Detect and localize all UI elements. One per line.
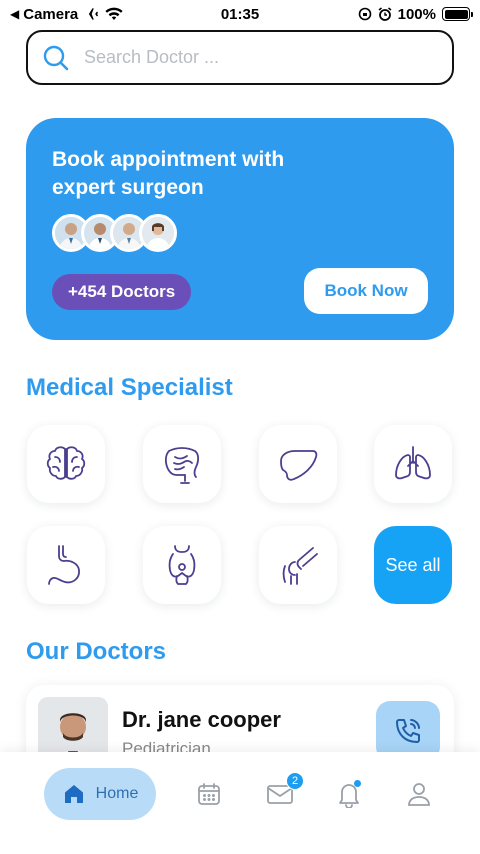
see-all-button[interactable]: See all bbox=[374, 526, 452, 604]
phone-icon bbox=[396, 719, 420, 743]
brain-icon bbox=[46, 446, 86, 480]
specialist-thyroid[interactable] bbox=[143, 526, 221, 604]
bottom-nav: Home 2 bbox=[0, 752, 480, 854]
notification-dot bbox=[354, 780, 361, 787]
message-badge: 2 bbox=[286, 772, 304, 790]
back-arrow-icon[interactable]: ◀ bbox=[10, 7, 19, 21]
wifi-icon bbox=[105, 7, 123, 20]
search-bar[interactable] bbox=[26, 30, 454, 85]
nav-notifications[interactable] bbox=[329, 776, 369, 812]
knee-icon bbox=[282, 547, 318, 585]
battery-percent: 100% bbox=[397, 5, 436, 23]
doctor-avatars bbox=[52, 214, 428, 252]
nav-home[interactable]: Home bbox=[44, 768, 156, 820]
promo-banner: Book appointment with expert surgeon +45… bbox=[26, 118, 454, 340]
banner-title: Book appointment with expert surgeon bbox=[52, 148, 285, 199]
doctors-count-badge: +454 Doctors bbox=[52, 274, 192, 310]
specialist-section-title: Medical Specialist bbox=[26, 374, 233, 401]
nav-calendar[interactable] bbox=[189, 776, 229, 812]
nav-messages[interactable]: 2 bbox=[260, 772, 304, 812]
nav-home-label: Home bbox=[95, 785, 139, 802]
avatar bbox=[139, 214, 177, 252]
specialist-stomach[interactable] bbox=[27, 526, 105, 604]
specialist-liver[interactable] bbox=[259, 425, 337, 503]
specialist-lungs[interactable] bbox=[374, 425, 452, 503]
specialist-intestine[interactable] bbox=[143, 425, 221, 503]
search-icon[interactable] bbox=[42, 44, 70, 72]
doctors-section-title: Our Doctors bbox=[26, 638, 167, 665]
status-bar: ◀ Camera 01:35 100% bbox=[0, 0, 480, 28]
user-icon bbox=[408, 783, 430, 806]
doctor-name: Dr. jane cooper bbox=[122, 707, 281, 732]
liver-icon bbox=[280, 450, 318, 481]
specialist-orthopedic[interactable] bbox=[259, 526, 337, 604]
status-left: ◀ Camera bbox=[10, 6, 124, 23]
calendar-icon bbox=[198, 783, 220, 805]
status-right: 100% bbox=[358, 5, 473, 23]
nav-profile[interactable] bbox=[399, 776, 439, 812]
lungs-icon bbox=[395, 446, 431, 480]
battery-icon bbox=[442, 7, 473, 21]
carrier-label: Camera bbox=[23, 5, 79, 23]
alarm-icon bbox=[378, 7, 392, 21]
thyroid-icon bbox=[168, 545, 196, 585]
book-now-button[interactable]: Book Now bbox=[304, 268, 428, 314]
intestine-icon bbox=[164, 447, 200, 484]
stomach-icon bbox=[48, 545, 80, 585]
airplane-icon bbox=[84, 8, 99, 20]
search-input[interactable] bbox=[84, 47, 424, 68]
rotation-lock-icon bbox=[358, 7, 371, 21]
specialist-brain[interactable] bbox=[27, 425, 105, 503]
home-icon bbox=[64, 785, 83, 803]
